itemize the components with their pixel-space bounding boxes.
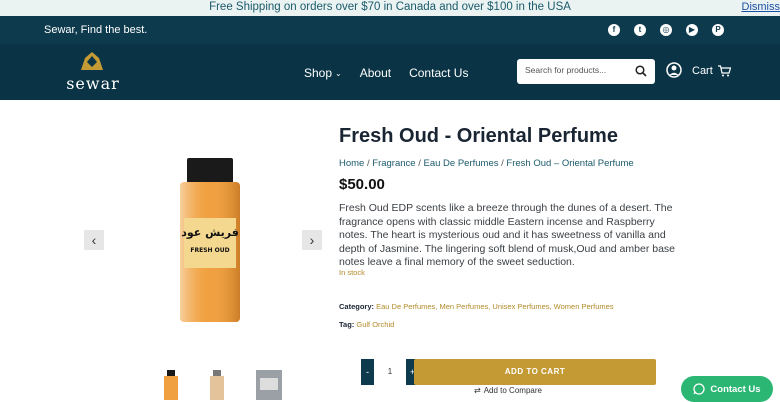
tag-label: Tag: bbox=[339, 320, 354, 329]
twitter-icon[interactable]: t bbox=[634, 24, 646, 36]
facebook-icon[interactable]: f bbox=[608, 24, 620, 36]
prev-image-button[interactable]: ‹ bbox=[84, 230, 104, 250]
main-nav: Shop⌄ About Contact Us bbox=[304, 66, 468, 80]
tag-meta: Tag: Gulf Orchid bbox=[339, 320, 394, 329]
quantity-stepper: - 1 + bbox=[361, 359, 419, 385]
decrease-qty-button[interactable]: - bbox=[361, 359, 374, 385]
compare-label: Add to Compare bbox=[484, 386, 542, 395]
social-links: f t ◎ ▶ P bbox=[608, 24, 724, 36]
breadcrumb: Home / Fragrance / Eau De Perfumes / Fre… bbox=[339, 158, 634, 169]
breadcrumb-fragrance[interactable]: Fragrance bbox=[372, 158, 415, 169]
nav-shop-label: Shop bbox=[304, 66, 332, 80]
top-bar: Sewar, Find the best. f t ◎ ▶ P bbox=[0, 16, 780, 44]
contact-us-button[interactable]: Contact Us bbox=[681, 376, 773, 402]
nav-about[interactable]: About bbox=[360, 66, 391, 80]
cart-icon bbox=[718, 65, 731, 77]
breadcrumb-home[interactable]: Home bbox=[339, 158, 364, 169]
label-arabic: فريش عود bbox=[181, 226, 239, 239]
thumbnail[interactable] bbox=[162, 370, 180, 400]
cart-link[interactable]: Cart bbox=[692, 65, 731, 77]
product-image: فريش عود FRESH OUD bbox=[160, 148, 270, 326]
tagline: Sewar, Find the best. bbox=[44, 24, 147, 36]
nav-shop[interactable]: Shop⌄ bbox=[304, 66, 342, 80]
site-header: sewar Shop⌄ About Contact Us Cart bbox=[0, 44, 780, 100]
thumbnail-strip bbox=[162, 370, 284, 400]
product-description: Fresh Oud EDP scents like a breeze throu… bbox=[339, 202, 679, 270]
category-meta: Category: Eau De Perfumes, Men Perfumes,… bbox=[339, 302, 614, 311]
cart-label: Cart bbox=[692, 65, 713, 77]
thumbnail[interactable] bbox=[208, 370, 226, 400]
promo-bar: Free Shipping on orders over $70 in Cana… bbox=[0, 0, 780, 16]
tag-link[interactable]: Gulf Orchid bbox=[356, 320, 394, 329]
whatsapp-icon bbox=[693, 383, 705, 395]
add-to-cart-button[interactable]: ADD TO CART bbox=[414, 359, 656, 385]
compare-icon: ⇄ bbox=[474, 386, 481, 395]
product-title: Fresh Oud - Oriental Perfume bbox=[339, 125, 618, 148]
search-input[interactable] bbox=[525, 65, 635, 75]
promo-text: Free Shipping on orders over $70 in Cana… bbox=[209, 1, 571, 13]
thumbnail[interactable] bbox=[254, 370, 284, 400]
quantity-value[interactable]: 1 bbox=[374, 359, 406, 385]
chevron-down-icon: ⌄ bbox=[335, 69, 342, 78]
category-links[interactable]: Eau De Perfumes, Men Perfumes, Unisex Pe… bbox=[376, 302, 613, 311]
logo-mark-icon bbox=[78, 50, 106, 72]
category-label: Category: bbox=[339, 302, 374, 311]
pinterest-icon[interactable]: P bbox=[712, 24, 724, 36]
youtube-icon[interactable]: ▶ bbox=[686, 24, 698, 36]
breadcrumb-eau-de-perfumes[interactable]: Eau De Perfumes bbox=[424, 158, 499, 169]
logo[interactable]: sewar bbox=[60, 50, 122, 94]
breadcrumb-current: Fresh Oud – Oriental Perfume bbox=[506, 158, 633, 169]
search-icon[interactable] bbox=[635, 65, 647, 77]
contact-us-label: Contact Us bbox=[710, 384, 760, 395]
account-icon[interactable] bbox=[666, 62, 682, 78]
next-image-button[interactable]: › bbox=[302, 230, 322, 250]
search-box bbox=[517, 59, 655, 84]
label-english: FRESH OUD bbox=[190, 247, 229, 254]
stock-status: In stock bbox=[339, 268, 365, 277]
product-price: $50.00 bbox=[339, 176, 385, 193]
nav-contact[interactable]: Contact Us bbox=[409, 66, 468, 80]
instagram-icon[interactable]: ◎ bbox=[660, 24, 672, 36]
dismiss-link[interactable]: Dismiss bbox=[742, 0, 780, 15]
compare-link[interactable]: ⇄ Add to Compare bbox=[474, 386, 542, 395]
logo-text: sewar bbox=[60, 74, 126, 93]
